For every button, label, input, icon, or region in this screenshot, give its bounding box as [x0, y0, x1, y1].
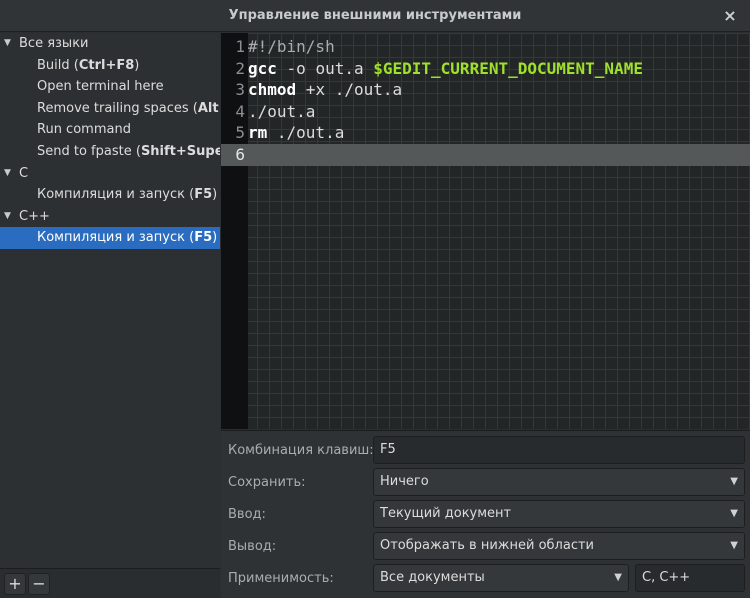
output-select[interactable]: Отображать в нижней области ▼ [373, 532, 745, 560]
tree-item[interactable]: Open terminal here [0, 76, 220, 98]
applicability-row: Применимость: Все документы ▼ C, C++ [221, 562, 750, 594]
tree-item[interactable]: Компиляция и запуск (F5) [0, 184, 220, 206]
tree-item[interactable]: Компиляция и запуск (F5) [0, 227, 220, 249]
shortcut-row: Комбинация клавиш: F5 [221, 434, 750, 466]
line-number: 4 [235, 101, 245, 121]
applicability-select[interactable]: Все документы ▼ [373, 564, 629, 592]
tree-item-shortcut: F5 [194, 230, 213, 246]
tree-item-shortcut: Alt+ [197, 100, 220, 116]
applicability-value: Все документы [380, 570, 485, 585]
tree-group-label: Все языки [19, 36, 89, 51]
chevron-down-icon: ▼ [730, 540, 738, 551]
shortcut-label: Комбинация клавиш: [228, 443, 374, 458]
tree-group[interactable]: ▼ C++ [0, 206, 220, 228]
code-text: gcc -o out.a $GEDIT_CURRENT_DOCUMENT_NAM… [248, 59, 643, 78]
expander-arrow-icon[interactable]: ▼ [4, 206, 19, 228]
tree-item-label: ) [212, 230, 218, 246]
save-select[interactable]: Ничего ▼ [373, 468, 745, 496]
languages-input[interactable]: C, C++ [635, 564, 745, 592]
tree-item-label: Компиляция и запуск ( [37, 230, 195, 246]
code-line[interactable]: 4 ./out.a [221, 101, 750, 123]
code-token: gcc [248, 58, 277, 78]
code-token: +x ./out.a [296, 80, 403, 100]
window-title: Управление внешними инструментами [228, 8, 522, 23]
chevron-down-icon: ▼ [730, 476, 738, 487]
shortcut-input[interactable]: F5 [373, 436, 745, 464]
title-bar: Управление внешними инструментами × [0, 0, 750, 32]
chevron-down-icon: ▼ [614, 572, 622, 583]
save-label: Сохранить: [228, 475, 306, 490]
code-token: $GEDIT_CURRENT_DOCUMENT_NAME [373, 58, 643, 78]
code-line[interactable]: 5 rm ./out.a [221, 122, 750, 144]
tree-item-label: Open terminal here [37, 79, 164, 95]
line-number: 1 [235, 37, 245, 56]
code-token: ./out.a [267, 123, 345, 143]
tree-item-label: Run command [37, 122, 131, 138]
tree-item-shortcut: Ctrl+F8 [78, 57, 135, 73]
output-label: Вывод: [228, 539, 277, 554]
input-value: Текущий документ [380, 506, 512, 521]
output-value: Отображать в нижней области [380, 538, 594, 553]
code-token: chmod [248, 80, 297, 100]
sidebar-toolbar: + − [0, 568, 220, 598]
tree-group-label: C [19, 165, 29, 181]
tree-item[interactable]: Build (Ctrl+F8) [0, 55, 220, 77]
line-number: 3 [235, 80, 245, 100]
tree-item-label: Send to fpaste ( [37, 143, 141, 159]
line-number: 6 [221, 144, 248, 166]
code-line[interactable]: 3 chmod +x ./out.a [221, 79, 750, 101]
input-row: Ввод: Текущий документ ▼ [221, 498, 750, 530]
tree-item[interactable]: Run command [0, 119, 220, 141]
tree-item-shortcut: Shift+Super [140, 143, 220, 159]
remove-tool-button[interactable]: − [28, 572, 50, 595]
line-number: 5 [235, 123, 245, 143]
chevron-down-icon: ▼ [730, 508, 738, 519]
tree-item-shortcut: F5 [194, 187, 213, 203]
languages-value: C, C++ [642, 570, 691, 585]
add-tool-button[interactable]: + [4, 572, 26, 595]
expander-arrow-icon[interactable]: ▼ [4, 163, 19, 185]
tree-item[interactable]: Send to fpaste (Shift+Super [0, 141, 220, 163]
code-token: rm [248, 123, 268, 143]
output-row: Вывод: Отображать в нижней области ▼ [221, 530, 750, 562]
tree-group[interactable]: ▼ C [0, 163, 220, 185]
code-line[interactable]: 1 #!/bin/sh [221, 36, 750, 58]
tree-item-label: Компиляция и запуск ( [37, 187, 195, 203]
code-line[interactable]: 2 gcc -o out.a $GEDIT_CURRENT_DOCUMENT_NA… [221, 58, 750, 80]
tree-item-label: ) [212, 187, 218, 203]
save-value: Ничего [380, 474, 429, 489]
code-text: chmod +x ./out.a [248, 80, 402, 99]
tree-group-label: C++ [19, 208, 50, 224]
code-token: -o out.a [276, 58, 374, 78]
code-text: #!/bin/sh [248, 37, 335, 56]
tree-group[interactable]: ▼ Все языки [0, 33, 220, 55]
tree-item-label: Build ( [37, 57, 79, 73]
code-editor[interactable]: 1 #!/bin/sh 2 gcc -o out.a $GEDIT_CURRENT_D… [221, 33, 750, 429]
applicability-label: Применимость: [228, 571, 334, 586]
tools-tree: ▼ Все языки Build (Ctrl+F8) Open terminal h… [0, 33, 220, 568]
tool-properties-form: Комбинация клавиш: F5 Сохранить: Ничего … [221, 430, 750, 598]
code-text: rm ./out.a [248, 123, 344, 142]
expander-arrow-icon[interactable]: ▼ [4, 33, 19, 55]
code-token: ./out.a [248, 101, 316, 121]
shortcut-value: F5 [380, 442, 396, 457]
tree-item-label: Remove trailing spaces ( [37, 100, 198, 116]
code-token: #!/bin/sh [248, 37, 335, 56]
tree-item[interactable]: Remove trailing spaces (Alt+ [0, 98, 220, 120]
code-text: ./out.a [248, 102, 315, 121]
tree-item-label: ) [134, 57, 140, 73]
code-line[interactable]: 6 [221, 144, 750, 166]
close-icon[interactable]: × [720, 6, 740, 26]
tools-sidebar: ▼ Все языки Build (Ctrl+F8) Open terminal h… [0, 33, 220, 598]
input-label: Ввод: [228, 507, 266, 522]
save-row: Сохранить: Ничего ▼ [221, 466, 750, 498]
input-select[interactable]: Текущий документ ▼ [373, 500, 745, 528]
line-number: 2 [235, 58, 245, 78]
